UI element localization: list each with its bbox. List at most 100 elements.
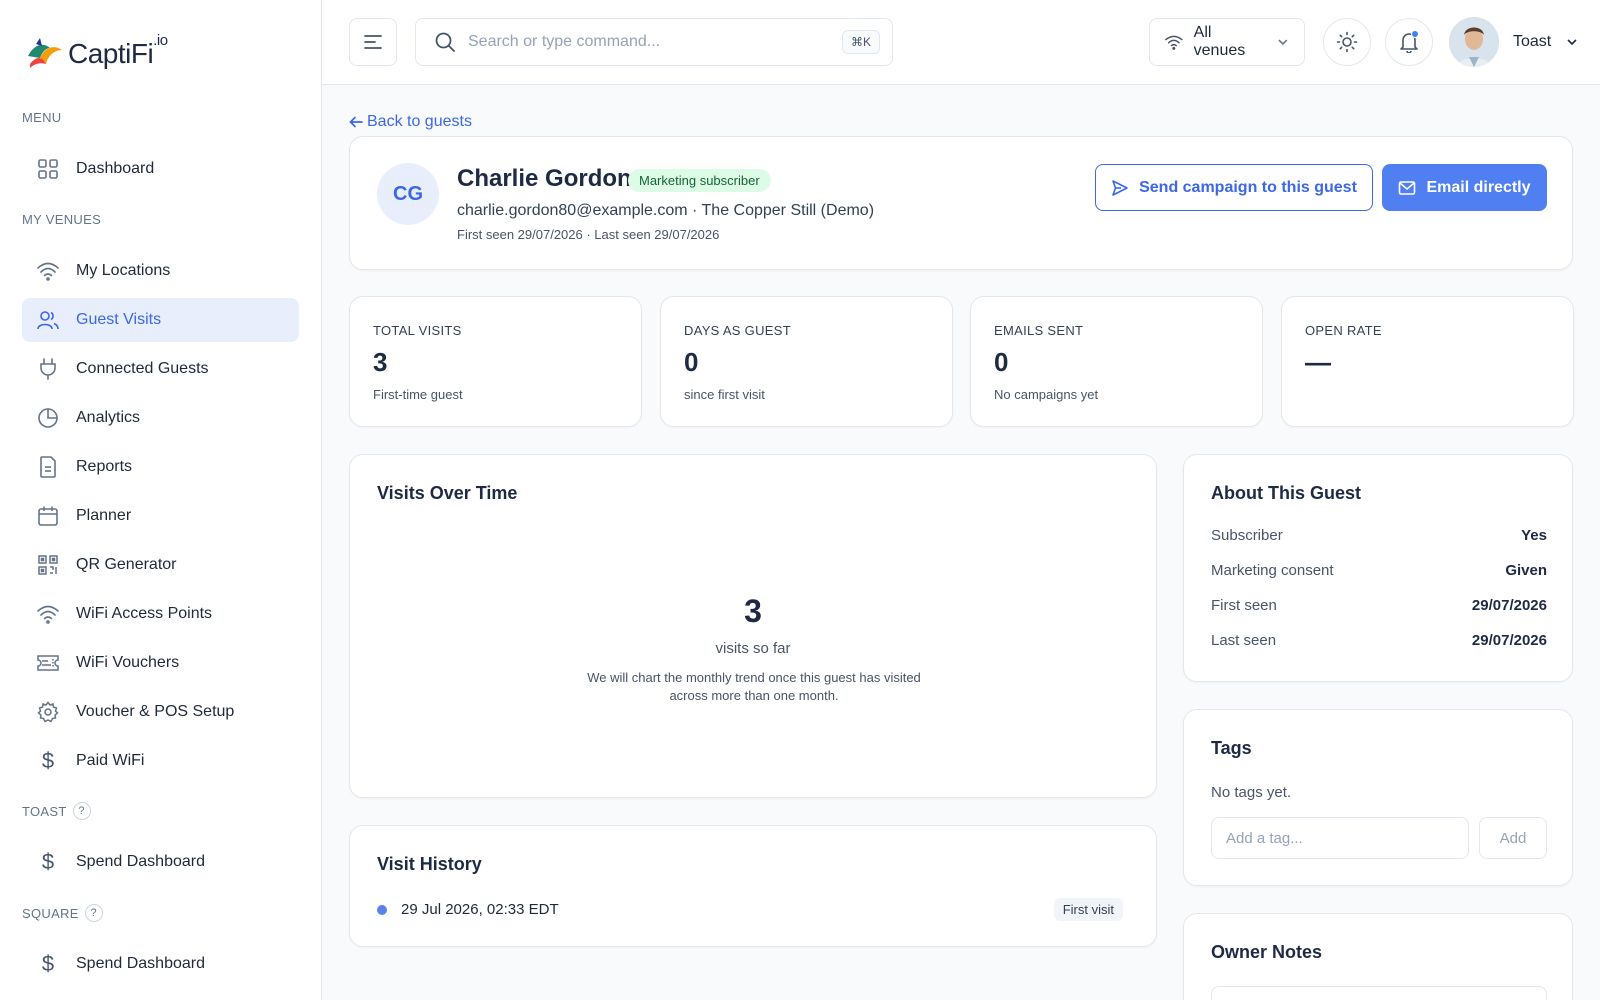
visits-count-label: visits so far [715,640,791,657]
notification-dot [1411,30,1419,38]
visit-datetime: 29 Jul 2026, 02:33 EDT [401,901,559,918]
sidebar-item-toast-spend-dashboard[interactable]: $ Spend Dashboard [22,840,299,884]
email-directly-button[interactable]: Email directly [1382,164,1547,211]
chevron-down-icon [1567,39,1577,46]
guest-name: Charlie Gordon [457,165,632,192]
sidebar-item-guest-visits[interactable]: Guest Visits [22,298,299,342]
wifi-icon [36,602,60,626]
menu-toggle-button[interactable] [349,18,397,66]
stat-label: DAYS AS GUEST [684,323,791,338]
guest-avatar: CG [377,163,439,225]
dollar-icon: $ [41,748,55,773]
square-section-label: SQUARE? [22,904,103,922]
stat-sub: since first visit [684,387,765,402]
about-row: Subscriber Yes [1211,527,1547,544]
sidebar-item-square-spend-dashboard[interactable]: $ Spend Dashboard [22,942,299,986]
arrow-left-icon [349,116,363,128]
tags-card: Tags No tags yet. Add [1183,709,1573,886]
calendar-icon [36,504,60,528]
topbar: ⌘K All venues Toast [322,0,1600,85]
sidebar-item-voucher-pos-setup[interactable]: Voucher & POS Setup [22,690,299,734]
wifi-icon [1165,35,1183,50]
owner-notes-card: Owner Notes [1183,913,1573,1000]
visits-count: 3 [744,593,762,629]
help-icon[interactable]: ? [72,802,91,820]
sidebar: CaptiFi.io MENU Dashboard MY VENUES My L… [0,0,322,1000]
venue-selector[interactable]: All venues [1149,18,1305,66]
guest-email-venue: charlie.gordon80@example.com · The Coppe… [457,202,875,219]
sidebar-item-paid-wifi[interactable]: $ Paid WiFi [22,739,299,783]
sidebar-item-label: Voucher & POS Setup [76,703,235,720]
brand-name: CaptiFi.io [68,31,168,69]
owner-notes-input[interactable] [1211,986,1547,1000]
sidebar-item-connected-guests[interactable]: Connected Guests [22,347,299,391]
avatar [1449,17,1499,67]
my-venues-section-label: MY VENUES [22,212,102,227]
sidebar-item-label: WiFi Vouchers [76,654,180,671]
user-menu[interactable]: Toast [1449,17,1579,67]
card-title: Tags [1211,738,1252,758]
about-row: First seen 29/07/2026 [1211,597,1547,614]
pie-chart-icon [36,406,60,430]
sidebar-item-dashboard[interactable]: Dashboard [22,147,299,191]
stat-card-days-as-guest: DAYS AS GUEST 0 since first visit [660,296,953,427]
bird-logo-icon [28,38,62,68]
stat-label: EMAILS SENT [994,323,1084,338]
dollar-icon: $ [41,849,55,874]
add-tag-button[interactable]: Add [1479,817,1547,859]
about-guest-card: About This Guest Subscriber Yes Marketing… [1183,454,1573,682]
sidebar-item-wifi-vouchers[interactable]: WiFi Vouchers [22,641,299,685]
sidebar-item-reports[interactable]: Reports [22,445,299,489]
wifi-icon [36,259,60,283]
grid-icon [36,157,60,181]
sidebar-item-label: QR Generator [76,556,177,573]
brand-logo[interactable]: CaptiFi.io [24,31,168,74]
timeline-dot [377,904,387,915]
toast-section-label: TOAST? [22,802,91,820]
sidebar-item-planner[interactable]: Planner [22,494,299,538]
about-row: Marketing consent Given [1211,562,1547,579]
card-title: Visits Over Time [377,483,518,503]
sidebar-item-analytics[interactable]: Analytics [22,396,299,440]
sidebar-item-label: Paid WiFi [76,752,145,769]
status-badge: Marketing subscriber [628,169,771,192]
sidebar-item-label: Analytics [76,409,141,426]
stat-value: 0 [684,347,699,377]
sidebar-item-label: Spend Dashboard [76,955,205,972]
document-icon [36,455,60,479]
help-icon[interactable]: ? [84,904,103,922]
sidebar-item-label: Reports [76,458,133,475]
users-icon [36,308,60,332]
visits-over-time-card: Visits Over Time 3 visits so far We will… [349,454,1157,798]
plug-icon [36,357,60,381]
stat-card-total-visits: TOTAL VISITS 3 First-time guest [349,296,642,427]
theme-toggle-button[interactable] [1323,18,1371,66]
send-icon [1112,179,1128,196]
send-campaign-button[interactable]: Send campaign to this guest [1095,164,1373,211]
card-title: About This Guest [1211,483,1361,503]
sidebar-item-qr-generator[interactable]: QR Generator [22,543,299,587]
sidebar-item-label: Guest Visits [76,311,162,328]
stat-value: 0 [994,347,1009,377]
about-row: Last seen 29/07/2026 [1211,632,1547,649]
stat-value: — [1305,347,1331,377]
qr-code-icon [36,553,60,577]
tags-empty-text: No tags yet. [1211,784,1292,801]
search-input[interactable] [468,33,842,51]
search-icon [435,32,455,52]
card-title: Visit History [377,854,482,874]
add-tag-input[interactable] [1211,817,1469,859]
email-directly-label: Email directly [1426,178,1531,196]
mail-icon [1399,180,1416,195]
venue-selector-label: All venues [1193,24,1246,59]
stat-card-open-rate: OPEN RATE — [1281,296,1574,427]
search-bar[interactable]: ⌘K [415,18,893,66]
sidebar-item-label: My Locations [76,262,171,279]
sidebar-item-label: Spend Dashboard [76,853,205,870]
sidebar-item-my-locations[interactable]: My Locations [22,249,299,293]
notifications-button[interactable] [1385,18,1433,66]
sidebar-item-wifi-access-points[interactable]: WiFi Access Points [22,592,299,636]
sidebar-item-label: Dashboard [76,160,155,177]
back-to-guests-link[interactable]: Back to guests [349,113,472,131]
gear-icon [36,700,60,724]
